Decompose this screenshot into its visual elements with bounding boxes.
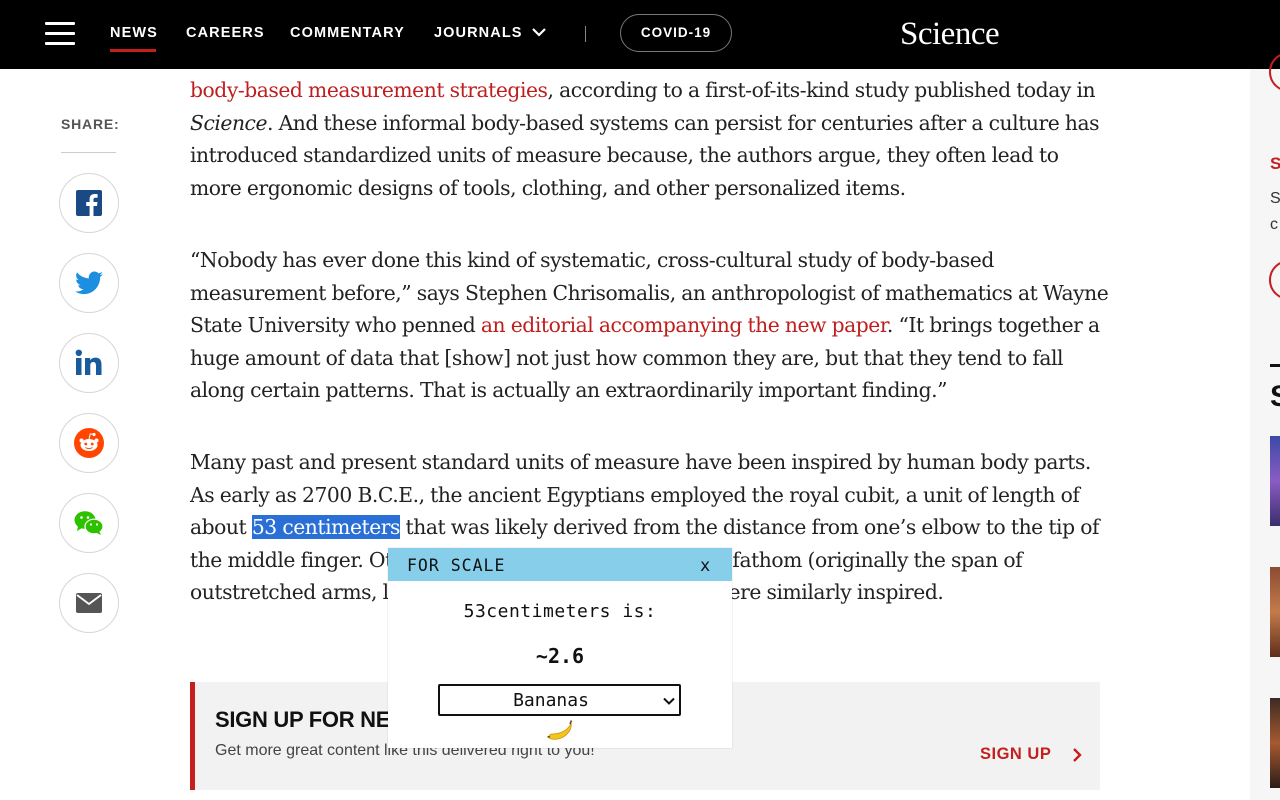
unit-select-value: Bananas bbox=[513, 690, 589, 711]
rail-thumbnail[interactable] bbox=[1270, 698, 1280, 788]
nav-journals[interactable]: JOURNALS bbox=[434, 25, 523, 41]
share-reddit-button[interactable] bbox=[59, 413, 119, 473]
banana-icon bbox=[547, 720, 573, 740]
science-logo[interactable]: Science bbox=[900, 16, 1000, 53]
rail-thumbnail[interactable] bbox=[1270, 436, 1280, 526]
rail-text: S bbox=[1270, 190, 1280, 207]
chevron-down-icon[interactable] bbox=[531, 24, 547, 40]
linkedin-icon bbox=[75, 349, 102, 375]
share-divider bbox=[61, 152, 116, 153]
inline-link[interactable]: an editorial accompanying the new paper bbox=[481, 313, 887, 337]
unit-select[interactable]: Bananas bbox=[438, 684, 681, 716]
menu-icon[interactable] bbox=[45, 22, 75, 46]
reddit-icon bbox=[74, 428, 104, 458]
rail-heading: S bbox=[1270, 154, 1280, 173]
conversion-value: ~2.6 bbox=[535, 644, 585, 668]
top-navigation: NEWS CAREERS COMMENTARY JOURNALS COVID-1… bbox=[0, 0, 1280, 69]
inline-link[interactable]: body-based measurement strategies bbox=[190, 78, 548, 102]
chevron-right-icon[interactable] bbox=[1070, 746, 1084, 764]
share-email-button[interactable] bbox=[59, 573, 119, 633]
close-button[interactable]: x bbox=[700, 556, 710, 576]
for-scale-popup: FOR SCALE x 53centimeters is: ~2.6 Banan… bbox=[388, 548, 732, 748]
popup-header: FOR SCALE x bbox=[388, 548, 732, 581]
share-facebook-button[interactable] bbox=[59, 173, 119, 233]
nav-news[interactable]: NEWS bbox=[110, 25, 158, 41]
twitter-icon bbox=[75, 271, 103, 295]
share-wechat-button[interactable] bbox=[59, 493, 119, 553]
share-label: SHARE: bbox=[61, 116, 120, 132]
rail-thumbnail[interactable] bbox=[1270, 567, 1280, 657]
email-icon bbox=[76, 593, 102, 613]
sign-up-link[interactable]: SIGN UP bbox=[980, 745, 1051, 764]
active-nav-indicator bbox=[110, 49, 156, 52]
conversion-question: 53centimeters is: bbox=[463, 601, 657, 622]
facebook-icon bbox=[76, 190, 102, 216]
rail-text: c bbox=[1270, 216, 1278, 233]
chevron-down-icon bbox=[663, 697, 675, 705]
selected-text[interactable]: 53 centimeters bbox=[251, 515, 400, 539]
nav-divider bbox=[585, 26, 586, 42]
nav-commentary[interactable]: COMMENTARY bbox=[290, 25, 405, 41]
right-rail bbox=[1250, 69, 1280, 800]
rail-section-title: S bbox=[1270, 380, 1280, 414]
covid-19-button[interactable]: COVID-19 bbox=[620, 14, 732, 52]
article-paragraph: “Nobody has ever done this kind of syste… bbox=[190, 248, 1109, 402]
nav-careers[interactable]: CAREERS bbox=[186, 25, 265, 41]
share-linkedin-button[interactable] bbox=[59, 333, 119, 393]
popup-title: FOR SCALE bbox=[407, 556, 506, 575]
rail-divider bbox=[1270, 364, 1280, 367]
share-twitter-button[interactable] bbox=[59, 253, 119, 313]
article-paragraph: body-based measurement strategies, accor… bbox=[190, 78, 1100, 200]
wechat-icon bbox=[74, 511, 104, 535]
